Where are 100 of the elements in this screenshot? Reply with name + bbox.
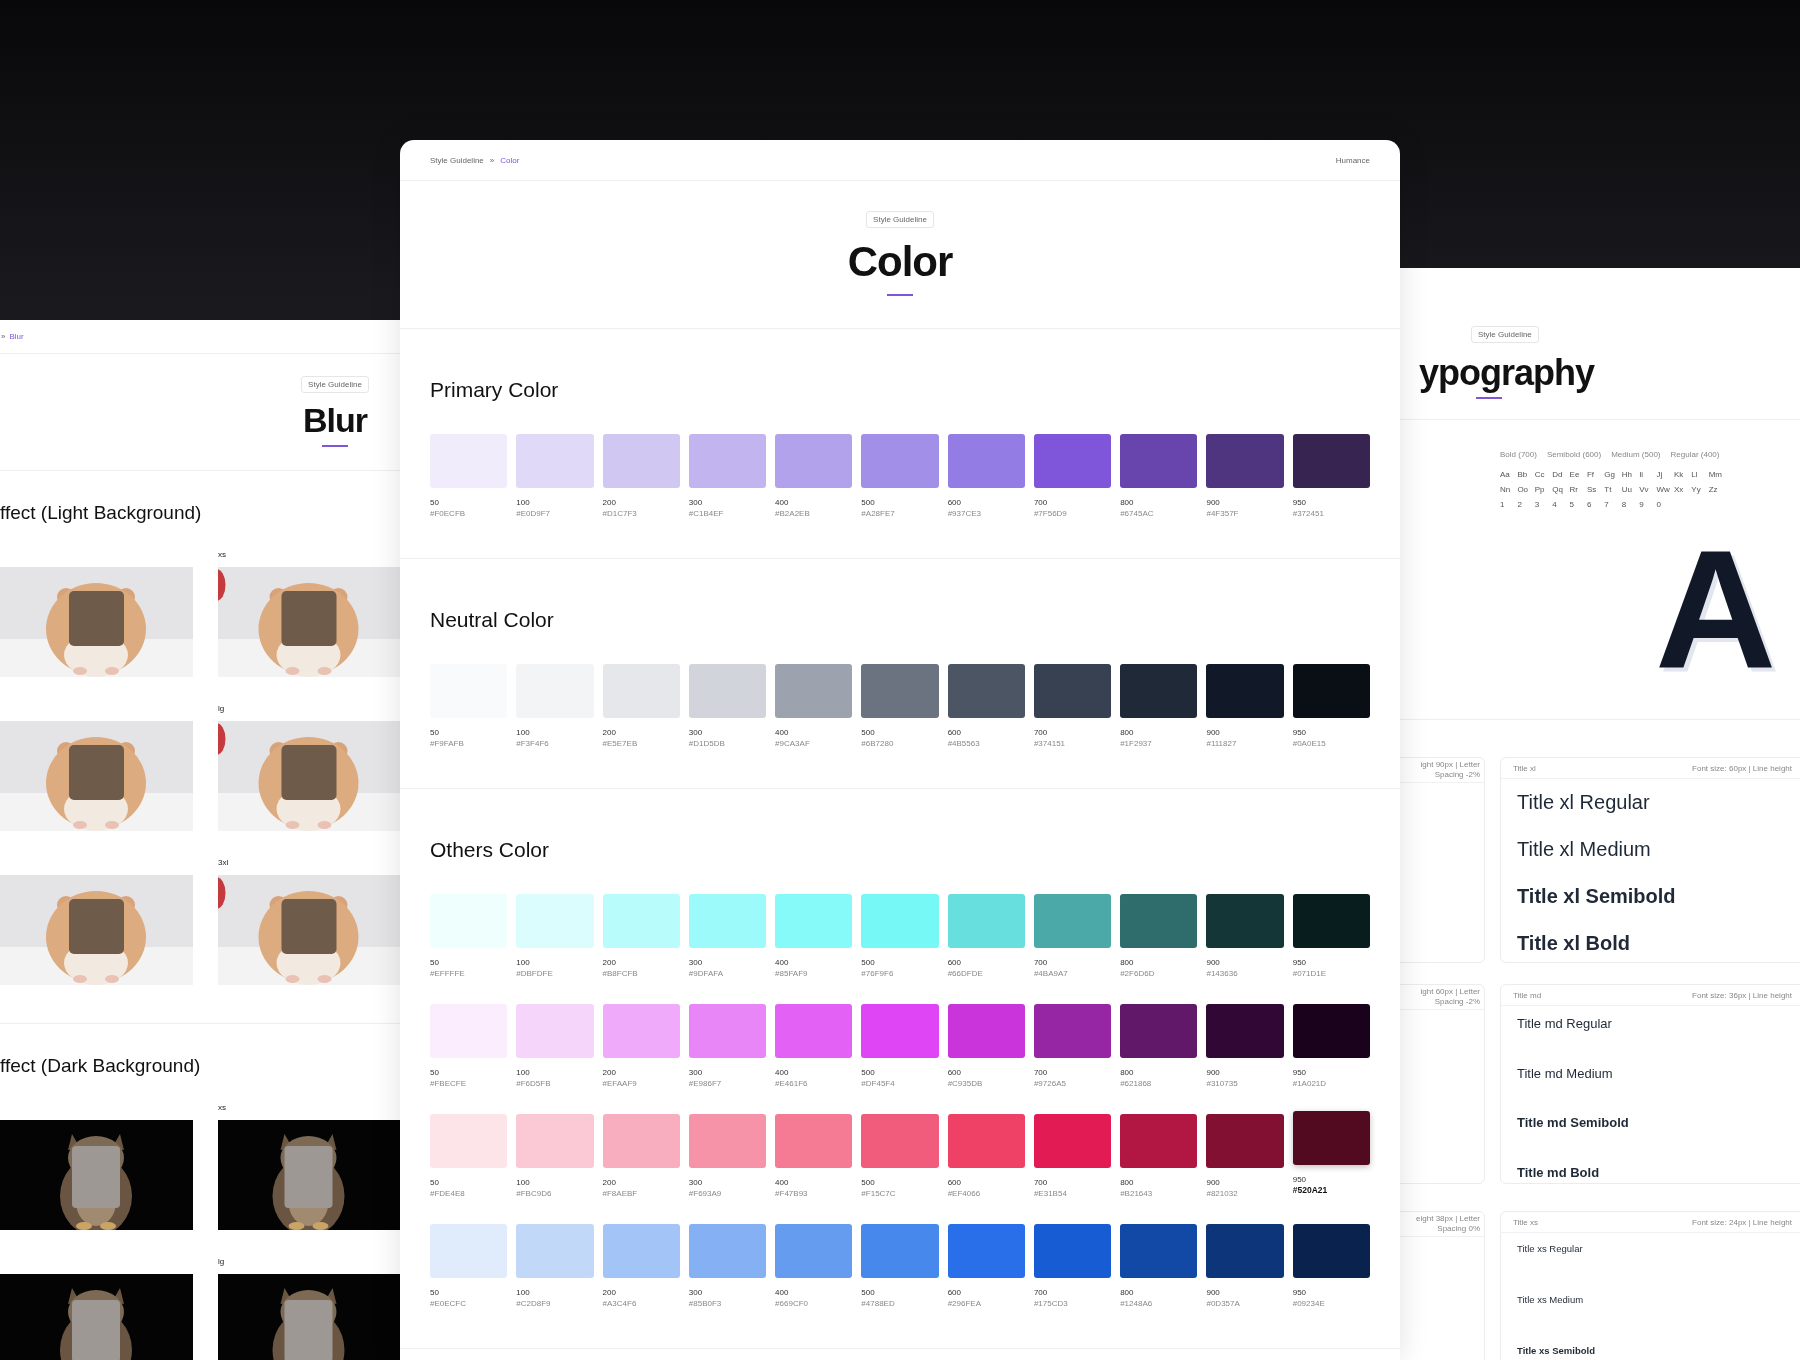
shade-label: 400 [775, 1288, 789, 1297]
color-swatch[interactable] [602, 894, 680, 948]
color-swatch[interactable] [516, 434, 594, 488]
color-swatch[interactable] [947, 894, 1025, 948]
hex-code: #A3C4F6 [602, 1299, 637, 1308]
shade-label: 200 [602, 1288, 616, 1297]
color-swatch[interactable] [516, 1004, 594, 1058]
color-swatch[interactable] [1033, 1224, 1112, 1278]
color-swatch[interactable] [861, 1114, 939, 1168]
hex-code: #621868 [1120, 1079, 1152, 1088]
glyph-sample: Aa [1500, 469, 1511, 481]
color-swatch[interactable] [1292, 664, 1370, 718]
glyph-sample: Vv [1639, 484, 1650, 496]
color-swatch[interactable] [861, 1004, 939, 1058]
color-swatch[interactable] [602, 664, 680, 718]
color-swatch[interactable] [1033, 894, 1112, 948]
breadcrumb-link[interactable]: » [489, 155, 495, 165]
color-swatch[interactable] [861, 434, 939, 488]
color-swatch[interactable] [688, 1224, 767, 1278]
hex-code: #09234E [1292, 1299, 1325, 1308]
color-swatch[interactable] [1033, 434, 1112, 488]
color-swatch[interactable] [1033, 1114, 1112, 1168]
color-swatch[interactable] [1206, 434, 1284, 488]
shade-label: 700 [1033, 1068, 1048, 1077]
color-swatch[interactable] [861, 1224, 939, 1278]
hex-code: #B2A2EB [775, 509, 810, 518]
hex-code: #374151 [1033, 739, 1066, 748]
color-swatch[interactable] [947, 1114, 1025, 1168]
shade-label: 500 [861, 1178, 875, 1187]
color-swatch[interactable] [1120, 894, 1198, 948]
shade-label: 900 [1206, 498, 1220, 507]
shade-label: 500 [861, 498, 875, 507]
shade-label: 100 [516, 1288, 530, 1297]
color-swatch[interactable] [861, 894, 939, 948]
color-swatch[interactable] [861, 664, 939, 718]
shade-label: 50 [430, 498, 439, 507]
hex-code: #E461F6 [775, 1079, 808, 1088]
breadcrumb-link[interactable]: Style Guideline [430, 155, 484, 165]
color-swatch[interactable] [1206, 1114, 1284, 1168]
color-swatch[interactable] [1120, 664, 1198, 718]
color-swatch[interactable] [947, 1224, 1025, 1278]
color-swatch[interactable] [947, 1004, 1025, 1058]
color-swatch[interactable] [947, 664, 1025, 718]
color-swatch[interactable] [775, 434, 853, 488]
color-swatch[interactable] [775, 664, 853, 718]
page-tag: Style Guideline [1471, 326, 1539, 343]
color-swatch[interactable] [1120, 434, 1198, 488]
color-swatch[interactable] [1206, 664, 1284, 718]
color-swatch[interactable] [1120, 1114, 1198, 1168]
glyph-sample: Zz [1708, 484, 1719, 496]
shade-label: 500 [861, 728, 875, 737]
color-swatch[interactable] [516, 894, 594, 948]
breadcrumb-link[interactable]: » [1, 332, 6, 341]
color-swatch[interactable] [688, 1004, 767, 1058]
color-swatch[interactable] [516, 1224, 594, 1278]
color-swatch[interactable] [1120, 1224, 1198, 1278]
color-swatch[interactable] [1292, 894, 1370, 948]
color-swatch[interactable] [1120, 1004, 1198, 1058]
color-swatch[interactable] [688, 664, 767, 718]
hex-code: #FBECFE [430, 1079, 466, 1088]
color-swatch[interactable] [602, 1004, 680, 1058]
color-swatch[interactable] [775, 1004, 853, 1058]
breadcrumb-link[interactable]: Blur [9, 332, 24, 341]
color-swatch[interactable] [1206, 1004, 1284, 1058]
shade-label: 400 [775, 728, 789, 737]
color-swatch[interactable] [516, 1114, 594, 1168]
color-swatch[interactable] [1292, 1111, 1370, 1165]
hex-code: #4F357F [1206, 509, 1239, 518]
color-swatch[interactable] [775, 1224, 853, 1278]
color-swatch[interactable] [602, 1224, 680, 1278]
color-swatch[interactable] [430, 1114, 508, 1168]
breadcrumb-link[interactable]: Color [500, 155, 520, 165]
color-swatch[interactable] [688, 434, 767, 488]
shade-label: 950 [1292, 1068, 1307, 1077]
hex-code: #66DFDE [947, 969, 983, 978]
shade-label: 950 [1292, 1288, 1307, 1297]
color-swatch[interactable] [602, 434, 680, 488]
color-swatch[interactable] [602, 1114, 680, 1168]
hex-code: #1248A6 [1120, 1299, 1153, 1308]
shade-label: 200 [602, 498, 616, 507]
hex-code: #E31B54 [1033, 1189, 1067, 1198]
color-swatch[interactable] [688, 894, 767, 948]
color-swatch[interactable] [430, 1224, 508, 1278]
color-swatch[interactable] [947, 434, 1025, 488]
color-swatch[interactable] [1292, 434, 1370, 488]
color-swatch[interactable] [775, 1114, 853, 1168]
color-swatch[interactable] [688, 1114, 767, 1168]
color-swatch[interactable] [1292, 1224, 1370, 1278]
shade-label: 500 [861, 1068, 875, 1077]
sample-text: Title md Medium [1517, 1064, 1614, 1083]
color-swatch[interactable] [1206, 894, 1284, 948]
color-swatch[interactable] [1292, 1004, 1370, 1058]
color-swatch[interactable] [1206, 1224, 1284, 1278]
glyph-sample: 9 [1639, 499, 1645, 511]
glyph-sample: Nn [1500, 484, 1512, 496]
hex-code: #669CF0 [775, 1299, 808, 1308]
color-swatch[interactable] [1033, 664, 1112, 718]
color-swatch[interactable] [1033, 1004, 1112, 1058]
color-swatch[interactable] [775, 894, 853, 948]
shade-label: 50 [430, 1288, 439, 1297]
